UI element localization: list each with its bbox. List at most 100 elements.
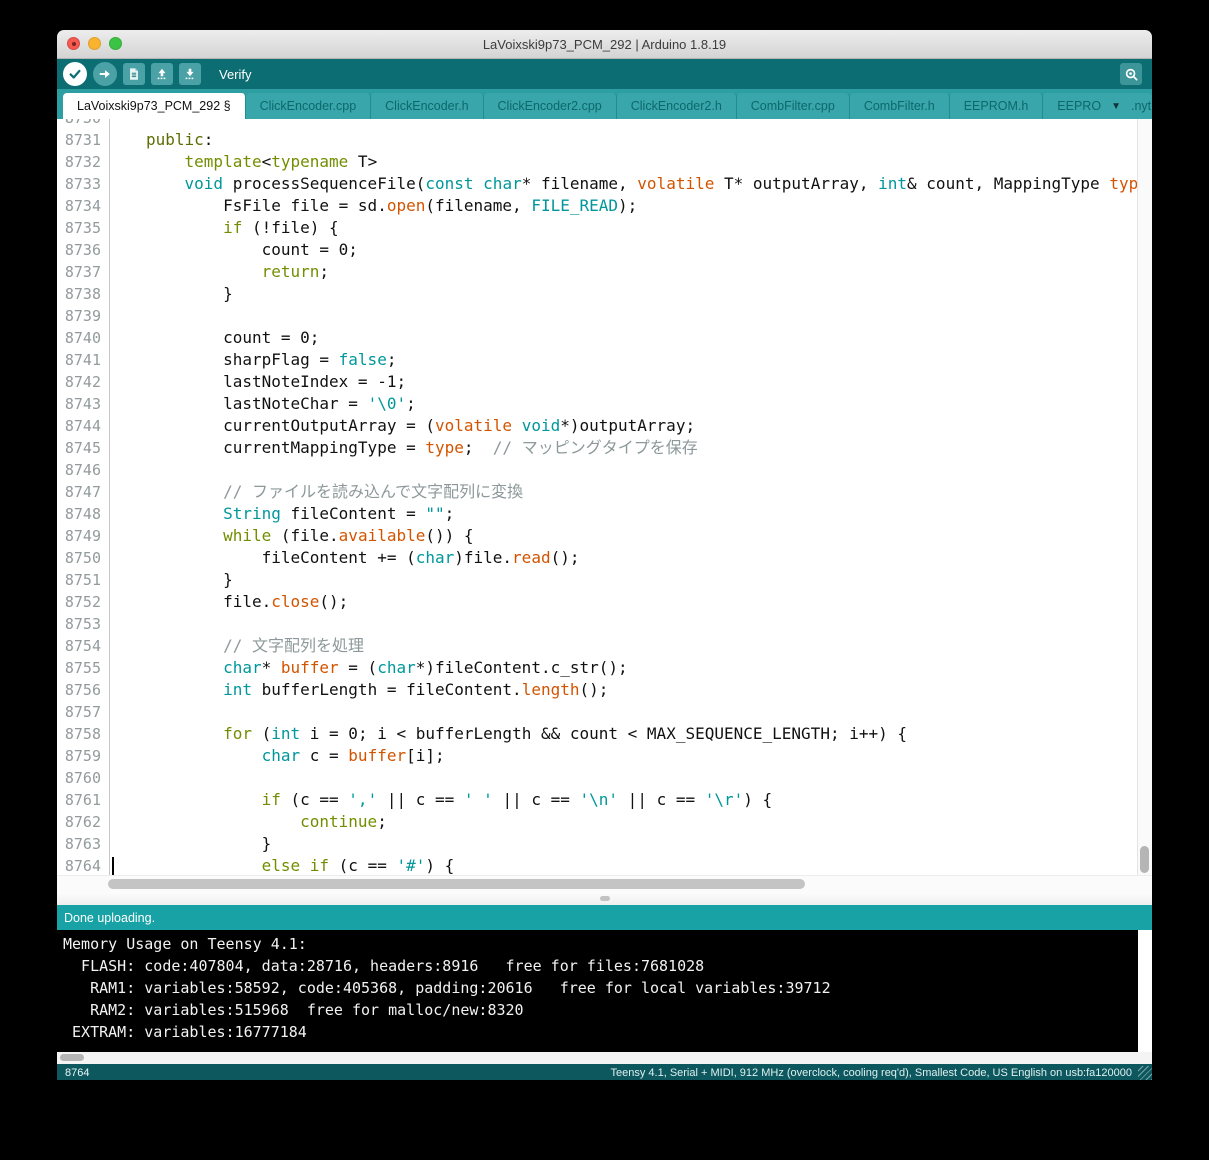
code-line[interactable]: 8762 continue; [57, 811, 1138, 833]
line-code: return; [261, 262, 330, 281]
code-line[interactable]: 8739 [57, 305, 1138, 327]
line-number: 8755 [57, 657, 110, 679]
editor-vertical-scrollbar-thumb[interactable] [1140, 846, 1149, 873]
line-code: count = 0; [146, 328, 320, 347]
line-code: while (file.available()) { [223, 526, 474, 545]
code-line[interactable]: 8745 currentMappingType = type; // マッピング… [57, 437, 1138, 459]
code-line[interactable]: 8730 [57, 119, 1138, 129]
line-code: currentOutputArray = (volatile void*)out… [146, 416, 696, 435]
minimize-button[interactable] [88, 37, 101, 50]
code-line[interactable]: 8754 // 文字配列を処理 [57, 635, 1138, 657]
tab-combfilter-h[interactable]: CombFilter.h [849, 93, 950, 119]
splitter-grip-icon[interactable] [599, 896, 610, 901]
code-line[interactable]: 8742 lastNoteIndex = -1; [57, 371, 1138, 393]
code-line[interactable]: 8761 if (c == ',' || c == ' ' || c == '\… [57, 789, 1138, 811]
code-line[interactable]: 8740 count = 0; [57, 327, 1138, 349]
zoom-button[interactable] [109, 37, 122, 50]
line-number: 8733 [57, 173, 110, 195]
line-code: currentMappingType = type; // マッピングタイプを保… [146, 438, 698, 457]
code-line[interactable]: 8749 while (file.available()) { [57, 525, 1138, 547]
line-code: file.close(); [146, 592, 349, 611]
console-vertical-scrollbar[interactable] [1138, 930, 1152, 1052]
code-line[interactable]: 8731 public: [57, 129, 1138, 151]
new-sketch-button[interactable] [123, 63, 145, 85]
tab-clickencoder2-h[interactable]: ClickEncoder2.h [616, 93, 737, 119]
console-horizontal-scrollbar-thumb[interactable] [60, 1054, 84, 1061]
code-line[interactable]: 8748 String fileContent = ""; [57, 503, 1138, 525]
upload-button[interactable] [93, 62, 117, 86]
code-line[interactable]: 8753 [57, 613, 1138, 635]
line-code: // 文字配列を処理 [223, 636, 364, 655]
save-button[interactable] [179, 63, 201, 85]
code-line[interactable]: 8752 file.close(); [57, 591, 1138, 613]
code-line[interactable]: 8747 // ファイルを読み込んで文字配列に変換 [57, 481, 1138, 503]
editor-horizontal-scrollbar-thumb[interactable] [108, 879, 805, 889]
code-line[interactable]: 8736 count = 0; [57, 239, 1138, 261]
tab-strip: LaVoixski9p73_PCM_292 § ClickEncoder.cpp C… [57, 89, 1152, 119]
line-code: if (!file) { [223, 218, 339, 237]
line-number: 8759 [57, 745, 110, 767]
code-line[interactable]: 8738 } [57, 283, 1138, 305]
tab-clickencoder-h[interactable]: ClickEncoder.h [371, 93, 484, 119]
open-button[interactable] [151, 63, 173, 85]
code-line[interactable]: 8744 currentOutputArray = (volatile void… [57, 415, 1138, 437]
code-line[interactable]: 8733 void processSequenceFile(const char… [57, 173, 1138, 195]
tab-list-dropdown-icon[interactable]: ▼ [1111, 101, 1121, 112]
editor-vertical-scrollbar[interactable] [1137, 119, 1152, 875]
traffic-lights [67, 37, 122, 50]
line-number: 8757 [57, 701, 110, 723]
line-code: } [146, 284, 233, 303]
tab-label: ClickEncoder2.cpp [497, 99, 602, 113]
code-line[interactable]: 8750 fileContent += (char)file.read(); [57, 547, 1138, 569]
line-code: if (c == ',' || c == ' ' || c == '\n' ||… [261, 790, 773, 809]
line-code: String fileContent = ""; [223, 504, 455, 523]
code-line[interactable]: 8756 int bufferLength = fileContent.leng… [57, 679, 1138, 701]
console-horizontal-scrollbar[interactable] [57, 1052, 1152, 1064]
toolbar: Verify [57, 59, 1152, 89]
line-number: 8753 [57, 613, 110, 635]
tab-label: ClickEncoder2.h [630, 99, 722, 113]
tab-clickencoder2-cpp[interactable]: ClickEncoder2.cpp [483, 93, 617, 119]
tab-clickencoder-cpp[interactable]: ClickEncoder.cpp [245, 93, 372, 119]
editor-horizontal-scrollbar[interactable] [57, 875, 1152, 892]
code-editor[interactable]: 87308731 public: 8732 template<typename T>… [57, 119, 1152, 875]
tab-lavoixski9p73-pcm-292[interactable]: LaVoixski9p73_PCM_292 § [63, 93, 246, 119]
code-line[interactable]: 8764 else if (c == '#') { [57, 855, 1138, 875]
tab-eepro[interactable]: EEPRO ▼ .nyth [1043, 93, 1152, 119]
editor-console-splitter[interactable] [57, 892, 1152, 905]
line-number: 8747 [57, 481, 110, 503]
line-code: count = 0; [146, 240, 358, 259]
code-line[interactable]: 8759 char c = buffer[i]; [57, 745, 1138, 767]
close-button[interactable] [67, 37, 80, 50]
code-line[interactable]: 8734 FsFile file = sd.open(filename, FIL… [57, 195, 1138, 217]
code-line[interactable]: 8751 } [57, 569, 1138, 591]
code-line[interactable]: 8746 [57, 459, 1138, 481]
line-code: sharpFlag = false; [146, 350, 397, 369]
line-number: 8761 [57, 789, 110, 811]
code-line[interactable]: 8735 if (!file) { [57, 217, 1138, 239]
title-bar[interactable]: LaVoixski9p73_PCM_292 | Arduino 1.8.19 [57, 30, 1152, 59]
code-line[interactable]: 8758 for (int i = 0; i < bufferLength &&… [57, 723, 1138, 745]
window-resize-grip[interactable] [1138, 1066, 1152, 1080]
arrow-right-icon [99, 70, 110, 78]
code-line[interactable]: 8755 char* buffer = (char*)fileContent.c… [57, 657, 1138, 679]
code-line[interactable]: 8741 sharpFlag = false; [57, 349, 1138, 371]
tab-eeprom-h[interactable]: EEPROM.h [949, 93, 1044, 119]
code-line[interactable]: 8763 } [57, 833, 1138, 855]
code-line[interactable]: 8743 lastNoteChar = '\0'; [57, 393, 1138, 415]
tab-combfilter-cpp[interactable]: CombFilter.cpp [736, 93, 850, 119]
serial-monitor-button[interactable] [1120, 63, 1142, 85]
document-icon [130, 68, 138, 80]
code-line[interactable]: 8732 template<typename T> [57, 151, 1138, 173]
verify-button[interactable] [63, 62, 87, 86]
line-number: 8750 [57, 547, 110, 569]
code-line[interactable]: 8737 return; [57, 261, 1138, 283]
line-number: 8730 [57, 119, 110, 129]
line-number: 8741 [57, 349, 110, 371]
code-line[interactable]: 8760 [57, 767, 1138, 789]
code-line[interactable]: 8757 [57, 701, 1138, 723]
desktop-background: { "window": { "title": "LaVoixski9p73_PC… [0, 0, 1209, 1160]
